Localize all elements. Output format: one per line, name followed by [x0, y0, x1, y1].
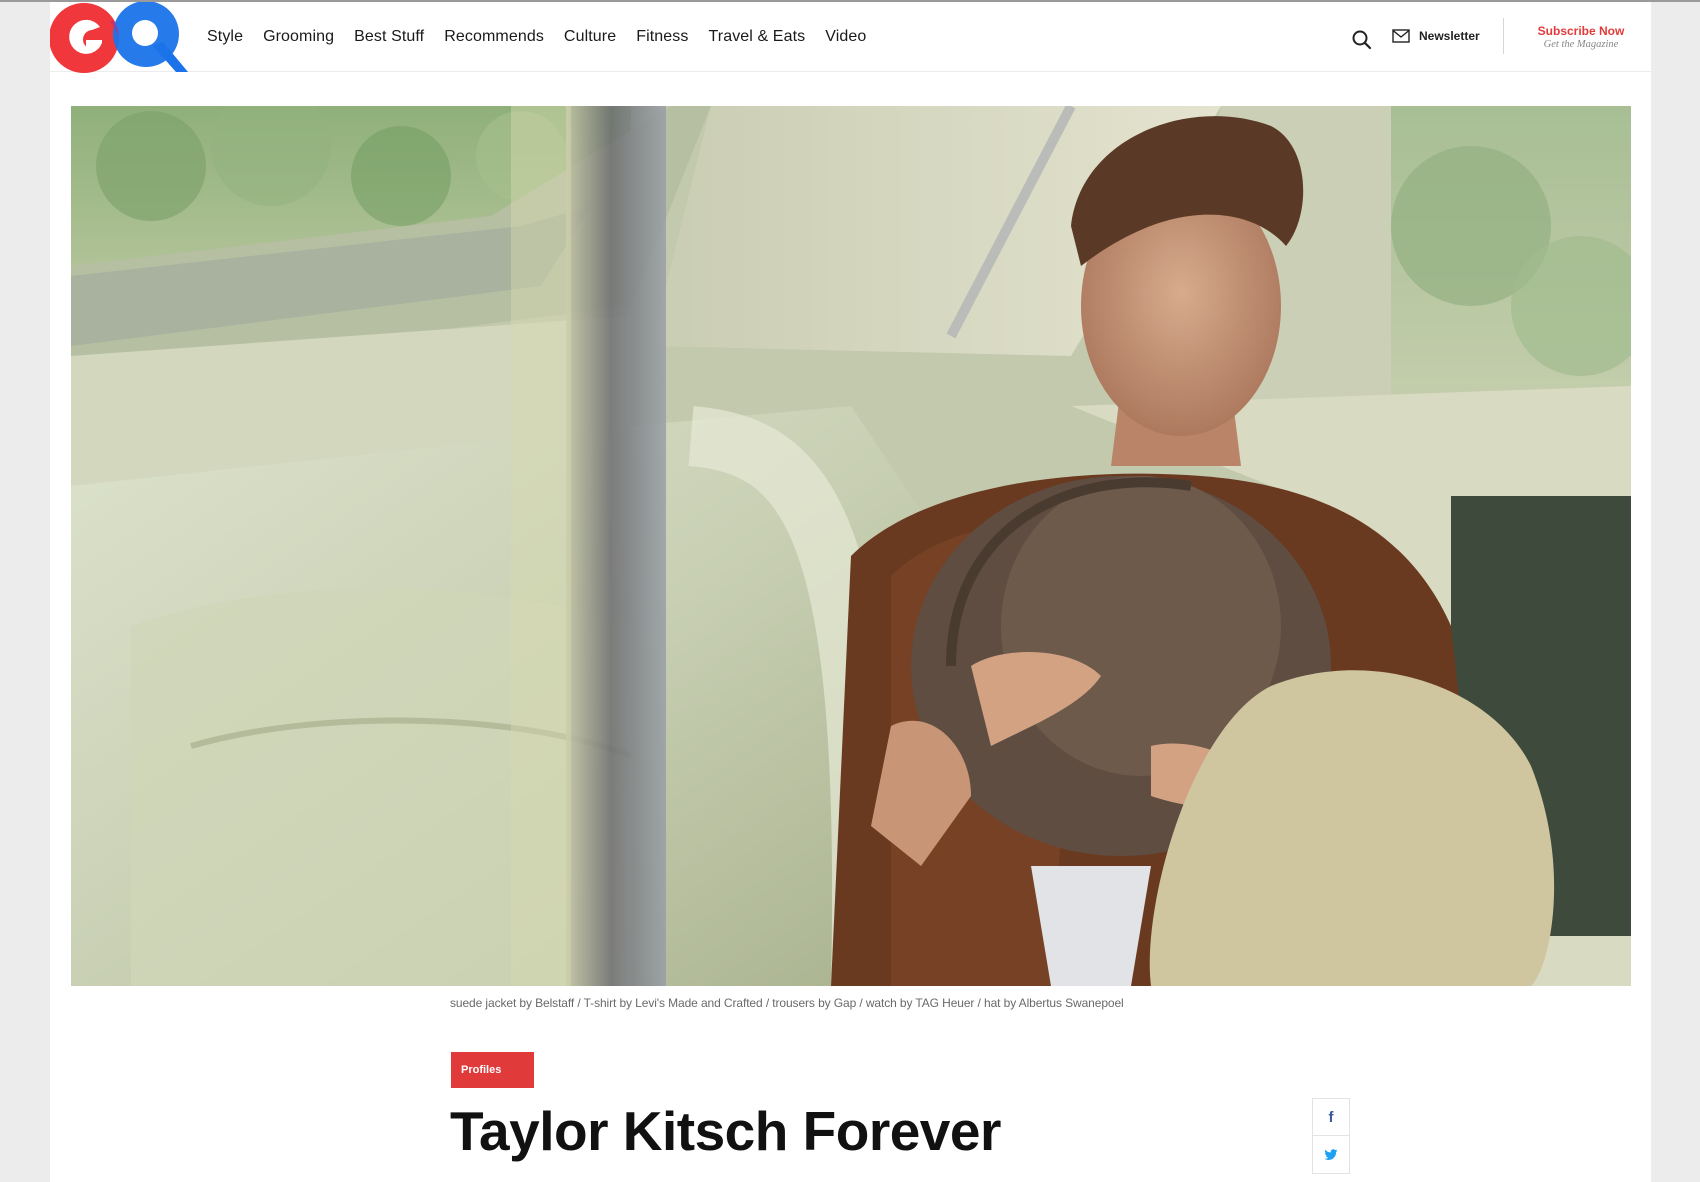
- nav-item-style[interactable]: Style: [207, 28, 243, 46]
- nav-item-fitness[interactable]: Fitness: [636, 28, 688, 46]
- newsletter-link[interactable]: Newsletter: [1392, 29, 1480, 43]
- search-icon: [1352, 30, 1372, 50]
- search-button[interactable]: [1350, 28, 1374, 52]
- nav-item-grooming[interactable]: Grooming: [263, 28, 334, 46]
- nav-item-recommends[interactable]: Recommends: [444, 28, 544, 46]
- subscribe-title: Subscribe Now: [1537, 24, 1625, 38]
- subscribe-subtitle: Get the Magazine: [1543, 39, 1619, 50]
- page: Style Grooming Best Stuff Recommends Cul…: [49, 1, 1651, 1182]
- nav-item-video[interactable]: Video: [825, 28, 866, 46]
- category-badge[interactable]: Profiles: [451, 1052, 534, 1088]
- subscribe-button[interactable]: Subscribe Now Get the Magazine: [1528, 24, 1634, 51]
- mail-icon: [1392, 29, 1410, 43]
- image-caption: suede jacket by Belstaff / T-shirt by Le…: [450, 996, 1124, 1010]
- gq-logo[interactable]: [49, 1, 188, 73]
- newsletter-label: Newsletter: [1419, 29, 1480, 43]
- header-divider: [1503, 18, 1504, 54]
- main-nav: Style Grooming Best Stuff Recommends Cul…: [207, 28, 886, 46]
- facebook-icon: f: [1328, 1108, 1334, 1126]
- twitter-icon: [1324, 1148, 1338, 1160]
- article-headline: Taylor Kitsch Forever: [450, 1100, 1001, 1162]
- site-header: Style Grooming Best Stuff Recommends Cul…: [49, 1, 1651, 73]
- twitter-share-button[interactable]: [1312, 1136, 1350, 1174]
- nav-item-culture[interactable]: Culture: [564, 28, 616, 46]
- facebook-share-button[interactable]: f: [1312, 1098, 1350, 1136]
- hero-image: [71, 106, 1631, 986]
- share-bar: f: [1312, 1098, 1350, 1174]
- nav-item-travel-eats[interactable]: Travel & Eats: [708, 28, 805, 46]
- nav-item-best-stuff[interactable]: Best Stuff: [354, 28, 424, 46]
